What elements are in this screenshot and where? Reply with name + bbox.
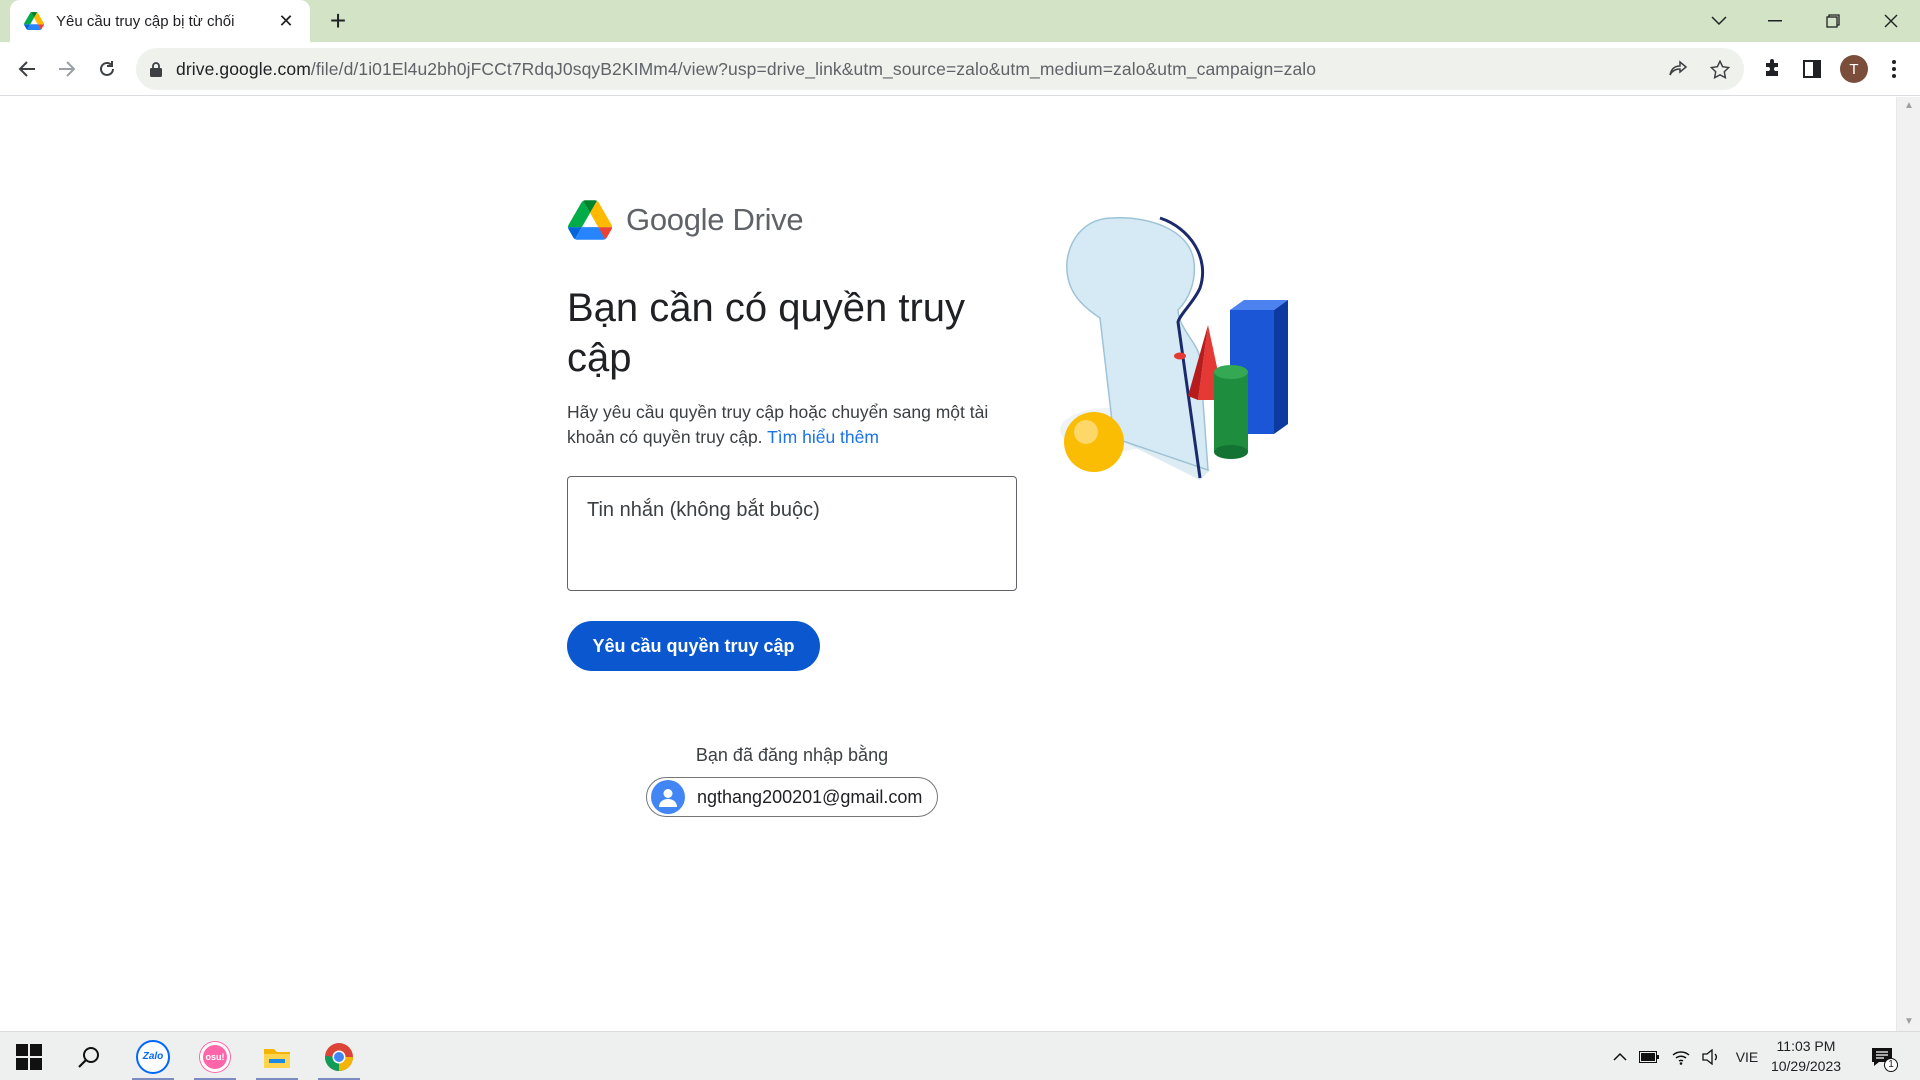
volume-icon[interactable]: [1698, 1032, 1724, 1080]
page-scrollbar[interactable]: ▲ ▼: [1896, 97, 1920, 1031]
back-button[interactable]: [11, 53, 43, 85]
show-hidden-icons-chevron-icon[interactable]: [1608, 1032, 1632, 1080]
taskbar-clock[interactable]: 11:03 PM 10/29/2023: [1756, 1036, 1856, 1076]
new-tab-button[interactable]: +: [322, 6, 354, 38]
url-text: drive.google.com/file/d/1i01El4u2bh0jFCC…: [176, 59, 1668, 80]
clock-date: 10/29/2023: [1770, 1058, 1842, 1074]
logo-text: Google Drive: [626, 202, 804, 237]
google-drive-logo-icon: [568, 200, 612, 240]
message-input[interactable]: [567, 476, 1017, 591]
lock-icon[interactable]: [150, 61, 162, 77]
close-window-button[interactable]: [1864, 0, 1918, 42]
google-drive-favicon-icon: [24, 12, 44, 30]
search-icon[interactable]: [64, 1032, 114, 1080]
reload-button[interactable]: [91, 53, 123, 85]
taskbar-chrome-icon[interactable]: [314, 1032, 364, 1080]
taskbar-zalo-icon[interactable]: Zalo: [128, 1032, 178, 1080]
forward-button[interactable]: [51, 53, 83, 85]
account-avatar-icon: [651, 780, 685, 814]
start-button-icon[interactable]: [4, 1032, 54, 1080]
tab-active[interactable]: Yêu cầu truy cập bị từ chối ✕: [10, 0, 310, 42]
tab-title: Yêu cầu truy cập bị từ chối: [56, 12, 235, 30]
keyhole-illustration: [1060, 216, 1288, 480]
request-access-button[interactable]: Yêu cầu quyền truy cập: [567, 621, 820, 671]
google-drive-logo: Google Drive: [568, 200, 804, 240]
url-host: drive.google.com: [176, 58, 311, 79]
wifi-icon[interactable]: [1668, 1032, 1694, 1080]
taskbar-file-explorer-icon[interactable]: [252, 1032, 302, 1080]
zalo-label: Zalo: [142, 1051, 164, 1062]
profile-avatar[interactable]: T: [1840, 55, 1868, 83]
bookmark-star-icon[interactable]: [1710, 59, 1730, 79]
page-title: Bạn cần có quyền truy cập: [567, 286, 966, 380]
restore-button[interactable]: [1806, 0, 1860, 42]
url-path: /file/d/1i01El4u2bh0jFCCt7RdqJ0sqyB2KIMm…: [310, 58, 1317, 79]
share-icon[interactable]: [1668, 60, 1688, 78]
battery-icon[interactable]: [1636, 1032, 1662, 1080]
extensions-puzzle-icon[interactable]: [1756, 53, 1788, 85]
learn-more-link[interactable]: Tìm hiểu thêm: [767, 427, 879, 447]
minimize-button[interactable]: [1748, 0, 1802, 42]
signed-in-label: Bạn đã đăng nhập bằng: [695, 745, 889, 765]
tab-search-chevron-icon[interactable]: [1692, 0, 1746, 42]
scroll-down-icon[interactable]: ▼: [1897, 1013, 1920, 1031]
account-chip[interactable]: ngthang200201@gmail.com: [646, 777, 938, 817]
side-panel-icon[interactable]: [1796, 53, 1828, 85]
account-email: ngthang200201@gmail.com: [697, 786, 923, 807]
menu-kebab-icon[interactable]: [1878, 53, 1910, 85]
browser-toolbar: drive.google.com/file/d/1i01El4u2bh0jFCC…: [0, 42, 1920, 96]
notification-center-icon[interactable]: 1: [1862, 1032, 1902, 1080]
address-bar[interactable]: drive.google.com/file/d/1i01El4u2bh0jFCC…: [136, 48, 1744, 90]
page-description: Hãy yêu cầu quyền truy cập hoặc chuyển s…: [567, 400, 1017, 450]
windows-taskbar: Zalo osu! VIE 11:03 PM 10/29/2023 1: [0, 1031, 1920, 1080]
close-tab-icon[interactable]: ✕: [276, 11, 296, 32]
osu-label: osu!: [205, 1051, 225, 1062]
scroll-up-icon[interactable]: ▲: [1897, 97, 1920, 115]
taskbar-osu-icon[interactable]: osu!: [190, 1032, 240, 1080]
clock-time: 11:03 PM: [1776, 1038, 1836, 1054]
tab-strip: Yêu cầu truy cập bị từ chối ✕ +: [0, 0, 1920, 42]
notification-count: 1: [1884, 1058, 1898, 1072]
